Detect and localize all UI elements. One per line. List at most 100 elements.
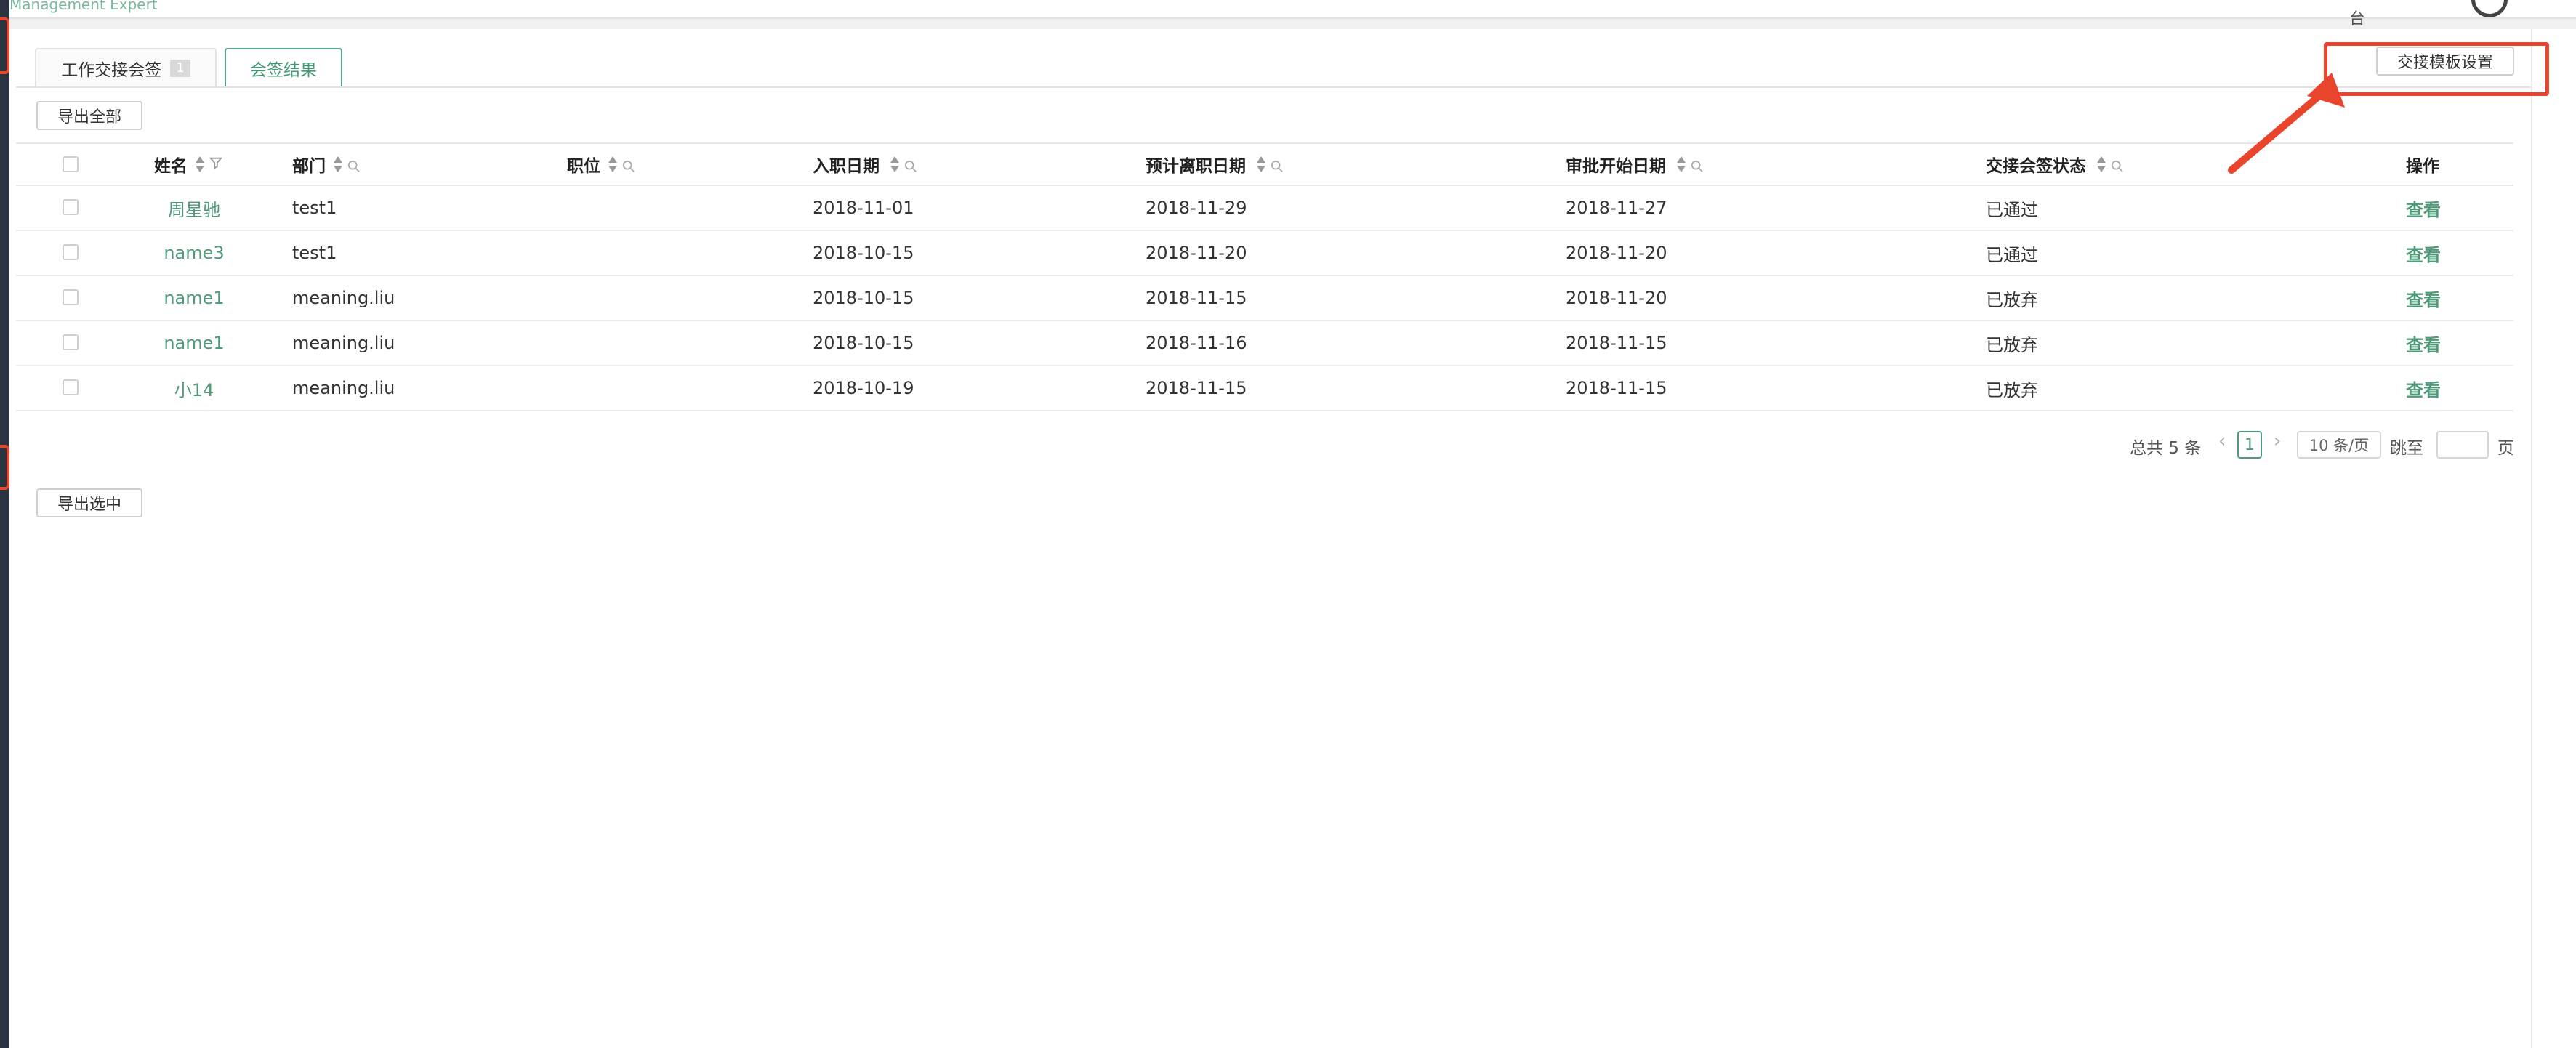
table-row: name3 test1 2018-10-15 2018-11-20 2018-1…: [16, 231, 2513, 276]
employee-name-link[interactable]: name1: [147, 321, 241, 365]
next-page-icon[interactable]: ›: [2274, 430, 2281, 452]
header-right-text: 台: [2349, 10, 2366, 28]
employee-name-link[interactable]: name3: [147, 231, 241, 275]
join-date-cell: 2018-10-15: [813, 333, 914, 353]
department-cell: meaning.liu: [292, 333, 395, 353]
annotation-marker-middle: [0, 445, 9, 490]
search-icon[interactable]: [1271, 158, 1283, 172]
jump-label: 跳至: [2390, 439, 2423, 458]
row-checkbox[interactable]: [63, 199, 79, 215]
status-cell: 已放弃: [1986, 379, 2038, 400]
tab-label: 工作交接会签: [61, 60, 162, 80]
table-header: 姓名 部门 职位 入职日期 预计离职日期 审批开始日期 交接会签状态 操作: [16, 142, 2513, 186]
join-date-cell: 2018-10-19: [813, 378, 914, 398]
column-label: 审批开始日期: [1566, 157, 1666, 176]
page-unit-label: 页: [2497, 439, 2514, 458]
main-content: 工作交接会签 1 会签结果 交接模板设置 导出全部 姓名 部门 职位 入职日期: [16, 29, 2532, 1048]
leave-date-cell: 2018-11-29: [1146, 198, 1247, 218]
brand-text: Management Expert: [9, 0, 158, 13]
search-icon[interactable]: [347, 158, 360, 172]
view-link[interactable]: 查看: [2406, 276, 2441, 320]
sort-icon[interactable]: [608, 156, 618, 173]
column-header-department[interactable]: 部门: [292, 144, 360, 185]
leave-date-cell: 2018-11-15: [1146, 288, 1247, 308]
column-label: 交接会签状态: [1986, 157, 2086, 176]
filter-icon[interactable]: [205, 155, 223, 174]
view-link[interactable]: 查看: [2406, 231, 2441, 275]
page-size-select[interactable]: 10 条/页: [2297, 431, 2381, 459]
approval-date-cell: 2018-11-15: [1566, 333, 1667, 353]
table-row: name1 meaning.liu 2018-10-15 2018-11-16 …: [16, 321, 2513, 366]
tab-underline: [16, 86, 2531, 88]
search-icon[interactable]: [622, 158, 635, 172]
sort-icon[interactable]: [1256, 156, 1266, 173]
column-label: 预计离职日期: [1146, 157, 1246, 176]
join-date-cell: 2018-10-15: [813, 288, 914, 308]
pagination-total: 总共 5 条: [2130, 439, 2202, 458]
view-link[interactable]: 查看: [2406, 321, 2441, 365]
column-header-name[interactable]: 姓名: [154, 144, 223, 185]
column-header-join-date[interactable]: 入职日期: [813, 144, 917, 185]
column-header-position[interactable]: 职位: [567, 144, 635, 185]
annotation-arrow-icon: [2228, 73, 2345, 174]
approval-date-cell: 2018-11-20: [1566, 243, 1667, 263]
employee-name-link[interactable]: 周星驰: [147, 186, 241, 230]
search-icon[interactable]: [904, 158, 917, 172]
column-header-handover-status[interactable]: 交接会签状态: [1986, 144, 2123, 185]
table-row: 小14 meaning.liu 2018-10-19 2018-11-15 20…: [16, 366, 2513, 411]
export-selected-button[interactable]: 导出选中: [36, 488, 142, 517]
column-label: 部门: [292, 157, 326, 176]
approval-date-cell: 2018-11-20: [1566, 288, 1667, 308]
sidebar-strip: [0, 0, 9, 1048]
annotation-marker-top: [0, 17, 9, 74]
row-checkbox[interactable]: [63, 379, 79, 395]
view-link[interactable]: 查看: [2406, 186, 2441, 230]
column-label: 入职日期: [813, 157, 880, 176]
status-cell: 已放弃: [1986, 334, 2038, 355]
sort-icon[interactable]: [195, 156, 205, 173]
employee-name-link[interactable]: 小14: [147, 366, 241, 410]
department-cell: test1: [292, 198, 337, 218]
tab-count-badge: 1: [170, 59, 190, 77]
row-checkbox[interactable]: [63, 289, 79, 305]
header-divider: [9, 19, 2576, 29]
employee-name-link[interactable]: name1: [147, 276, 241, 320]
page-number-current[interactable]: 1: [2237, 431, 2262, 459]
status-cell: 已通过: [1986, 244, 2038, 265]
status-cell: 已放弃: [1986, 289, 2038, 310]
approval-date-cell: 2018-11-27: [1566, 198, 1667, 218]
column-label: 姓名: [154, 157, 188, 176]
search-icon[interactable]: [2111, 158, 2123, 172]
top-header: Management Expert: [9, 0, 2576, 19]
leave-date-cell: 2018-11-16: [1146, 333, 1247, 353]
sort-icon[interactable]: [333, 156, 343, 173]
department-cell: meaning.liu: [292, 378, 395, 398]
department-cell: meaning.liu: [292, 288, 395, 308]
search-icon[interactable]: [1691, 158, 1703, 172]
column-label: 职位: [567, 157, 600, 176]
approval-date-cell: 2018-11-15: [1566, 378, 1667, 398]
column-header-expected-leave-date[interactable]: 预计离职日期: [1146, 144, 1283, 185]
user-avatar-icon[interactable]: [2471, 0, 2508, 17]
prev-page-icon[interactable]: ‹: [2218, 430, 2226, 452]
export-all-button[interactable]: 导出全部: [36, 101, 142, 130]
column-header-actions: 操作: [2406, 157, 2439, 176]
join-date-cell: 2018-11-01: [813, 198, 914, 218]
join-date-cell: 2018-10-15: [813, 243, 914, 263]
row-checkbox[interactable]: [63, 334, 79, 350]
row-checkbox[interactable]: [63, 244, 79, 260]
view-link[interactable]: 查看: [2406, 366, 2441, 410]
jump-page-input[interactable]: [2436, 431, 2489, 459]
tab-sign-results[interactable]: 会签结果: [225, 48, 342, 86]
sort-icon[interactable]: [1676, 156, 1686, 173]
sort-icon[interactable]: [890, 156, 900, 173]
department-cell: test1: [292, 243, 337, 263]
annotation-highlight-box: [2324, 42, 2549, 96]
column-header-approval-start-date[interactable]: 审批开始日期: [1566, 144, 1703, 185]
select-all-checkbox[interactable]: [63, 156, 79, 172]
table-row: name1 meaning.liu 2018-10-15 2018-11-15 …: [16, 276, 2513, 321]
tab-label: 会签结果: [250, 60, 317, 80]
tab-work-handover[interactable]: 工作交接会签 1: [35, 48, 217, 86]
leave-date-cell: 2018-11-15: [1146, 378, 1247, 398]
sort-icon[interactable]: [2096, 156, 2106, 173]
